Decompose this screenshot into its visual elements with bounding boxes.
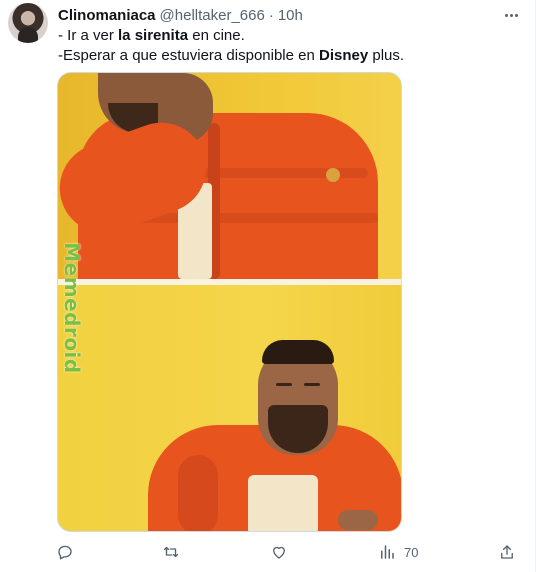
retweet-button[interactable]	[162, 540, 180, 564]
like-button[interactable]	[270, 540, 288, 564]
tweet-text: - Ir a ver la sirenita en cine. -Esperar…	[58, 26, 404, 66]
pointing-hand	[338, 510, 378, 530]
views-icon	[378, 543, 396, 561]
avatar[interactable]	[8, 3, 48, 43]
timestamp[interactable]: 10h	[278, 7, 303, 24]
closed-eye-left	[276, 383, 292, 386]
more-options-icon[interactable]	[500, 6, 522, 24]
reply-button[interactable]	[56, 540, 74, 564]
tweet-media-image[interactable]	[57, 72, 402, 532]
meme-panel-top	[58, 73, 401, 279]
hair	[262, 340, 334, 364]
closed-eye-right	[304, 383, 320, 386]
views-button[interactable]: 70	[378, 540, 418, 564]
heart-icon	[270, 543, 288, 561]
tweet[interactable]: Clinomaniaca @helltaker_666 · 10h - Ir a…	[0, 0, 536, 572]
user-handle[interactable]: @helltaker_666	[160, 7, 265, 24]
jacket-shade	[178, 455, 218, 531]
jacket-logo	[326, 168, 340, 182]
bold-text-sirenita: la sirenita	[118, 27, 189, 44]
views-count: 70	[404, 544, 419, 560]
tweet-actions-bar: 70	[50, 540, 520, 564]
reply-icon	[56, 543, 74, 561]
bold-text-disney: Disney	[319, 47, 369, 64]
shirt	[248, 475, 318, 531]
tweet-header: Clinomaniaca @helltaker_666 · 10h	[58, 5, 303, 25]
avatar-figure	[18, 27, 38, 43]
share-button[interactable]	[498, 540, 516, 564]
tweet-text-line-1: - Ir a ver la sirenita en cine.	[58, 27, 245, 44]
meme-panel-bottom	[58, 285, 401, 531]
share-icon	[498, 543, 516, 561]
tweet-text-line-2: -Esperar a que estuviera disponible en D…	[58, 47, 405, 64]
display-name[interactable]: Clinomaniaca	[58, 7, 156, 24]
retweet-icon	[162, 543, 180, 561]
header-separator: ·	[268, 6, 274, 24]
memedroid-watermark: Memedroid	[60, 242, 84, 374]
